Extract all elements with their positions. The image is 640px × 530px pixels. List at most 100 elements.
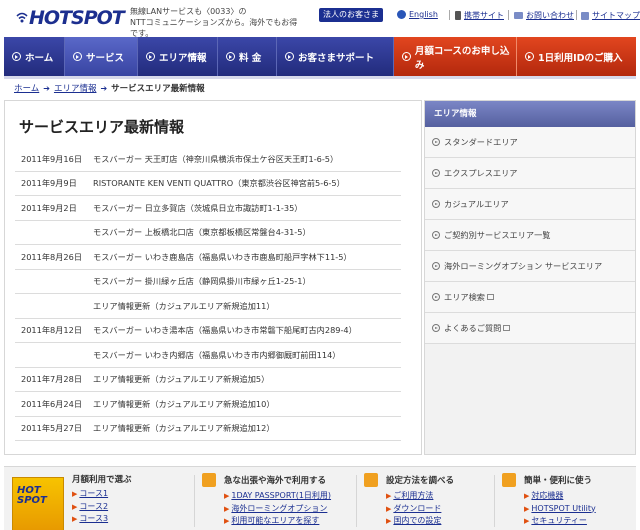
- wifi-icon: [16, 12, 28, 23]
- row-text: RISTORANTE KEN VENTI QUATTRO（東京都渋谷区神宮前5-…: [93, 178, 345, 189]
- circle-arrow-icon: [432, 138, 440, 146]
- card-logo-text: HOT SPOT: [17, 485, 47, 506]
- nav-support[interactable]: お客さまサポート: [277, 37, 394, 76]
- new-window-icon: [503, 325, 511, 331]
- row-text: モスバーガー 日立多賀店（茨城県日立市諏訪町1-1-35）: [93, 202, 303, 213]
- table-row: 2011年7月28日 エリア情報更新（カジュアルエリア新規追加5）: [15, 368, 401, 392]
- divider: [356, 475, 357, 527]
- arrow-icon: ▶: [386, 504, 392, 513]
- footer-col-title: 簡単・便利に使う: [524, 476, 593, 486]
- circle-arrow-icon: [432, 200, 440, 208]
- globe-icon: [397, 10, 406, 19]
- nav-home[interactable]: ホーム: [4, 37, 65, 76]
- table-row: モスバーガー 上板橋北口店（東京都板橋区常盤台4-31-5）: [15, 221, 401, 245]
- divider: [449, 10, 450, 20]
- corporate-customers-button[interactable]: 法人のお客さま: [319, 8, 383, 22]
- footer-link[interactable]: ▶ コース2: [72, 501, 132, 514]
- footer-link[interactable]: ▶ 1DAY PASSPORT(1日利用): [224, 490, 331, 503]
- row-date: 2011年5月27日: [21, 423, 83, 434]
- row-date: 2011年9月2日: [21, 202, 77, 213]
- contact-link[interactable]: お問い合わせ: [514, 10, 574, 21]
- breadcrumb-area-info[interactable]: エリア情報: [54, 82, 97, 94]
- nav-area-info[interactable]: エリア情報: [138, 37, 218, 76]
- sidebar-item-area-search[interactable]: エリア検索: [425, 282, 635, 313]
- table-row: 2011年9月9日 RISTORANTE KEN VENTI QUATTRO（東京…: [15, 172, 401, 196]
- arrow-icon: [12, 52, 21, 61]
- mobile-site-link[interactable]: 携帯サイト: [455, 10, 504, 21]
- hotspot-card-image: HOT SPOT: [12, 477, 64, 530]
- arrow-icon: ▶: [524, 504, 530, 513]
- update-list: 2011年9月16日 モスバーガー 天王町店（神奈川県横浜市保土ケ谷区天王町1-6…: [15, 147, 401, 441]
- footer-link[interactable]: ▶ 海外ローミングオプション: [224, 503, 331, 516]
- footer-link[interactable]: ▶ 国内での設定: [386, 515, 454, 528]
- sitemap-icon: [581, 11, 589, 20]
- arrow-icon: ▶: [386, 517, 392, 525]
- mail-icon: [514, 12, 523, 19]
- arrow-icon: ▶: [386, 492, 392, 500]
- breadcrumb-home[interactable]: ホーム: [14, 82, 39, 94]
- circle-arrow-icon: [432, 169, 440, 177]
- tagline: 無線LANサービスも〈0033〉の NTTコミュニケーションズから。海外でもお得…: [130, 6, 300, 39]
- nav-service[interactable]: サービス: [65, 37, 138, 76]
- sidebar-item-express-area[interactable]: エクスプレスエリア: [425, 158, 635, 189]
- site-header: HOTSPOT 無線LANサービスも〈0033〉の NTTコミュニケーションズか…: [0, 0, 640, 39]
- nav-monthly-signup[interactable]: 月額コースのお申し込み: [394, 37, 517, 76]
- table-row: モスバーガー 掛川緑ヶ丘店（静岡県掛川市緑ヶ丘1-25-1）: [15, 270, 401, 294]
- footer-link[interactable]: ▶ 利用可能なエリアを探す: [224, 515, 331, 528]
- footer-col-convenience: 簡単・便利に使う ▶ 対応機器 ▶ HOTSPOT Utility ▶ セキュリティー: [502, 473, 596, 530]
- footer-link[interactable]: ▶ ダウンロード: [386, 503, 454, 516]
- arrow-icon: ▶: [224, 517, 230, 525]
- row-text: モスバーガー 天王町店（神奈川県横浜市保土ケ谷区天王町1-6-5）: [93, 153, 339, 164]
- divider: [494, 475, 495, 527]
- footer-col-title: 急な出張や海外で利用する: [224, 476, 327, 486]
- sidebar-title: エリア情報: [425, 101, 635, 127]
- tagline-line-1: 無線LANサービスも〈0033〉の: [130, 7, 247, 16]
- row-text: モスバーガー いわき鹿島店（福島県いわき市鹿島町船戸字林下11-5）: [93, 251, 352, 262]
- sitemap-link[interactable]: サイトマップ: [581, 10, 640, 21]
- footer-link[interactable]: ▶ セキュリティー: [524, 515, 596, 528]
- footer-link[interactable]: ▶ 対応機器: [524, 490, 596, 503]
- breadcrumb-current: サービスエリア最新情報: [111, 84, 205, 94]
- circle-arrow-icon: [432, 324, 440, 332]
- table-row: 2011年9月16日 モスバーガー 天王町店（神奈川県横浜市保土ケ谷区天王町1-6…: [15, 147, 401, 172]
- arrow-icon: ▶: [72, 490, 78, 498]
- footer-col-title: 月額利用で選ぶ: [72, 475, 132, 485]
- divider: [576, 10, 577, 20]
- sidebar-item-roaming-area[interactable]: 海外ローミングオプション サービスエリア: [425, 251, 635, 282]
- row-date: 2011年8月26日: [21, 251, 83, 262]
- arrow-icon: [402, 52, 411, 61]
- row-date: 2011年7月28日: [21, 374, 83, 385]
- footer-link[interactable]: ▶ ご利用方法: [386, 490, 454, 503]
- sidebar-item-standard-area[interactable]: スタンダードエリア: [425, 127, 635, 158]
- sidebar-item-faq[interactable]: よくあるご質問: [425, 313, 635, 344]
- row-text: エリア情報更新（カジュアルエリア新規追加10）: [93, 398, 275, 409]
- footer-link[interactable]: ▶ HOTSPOT Utility: [524, 503, 596, 516]
- logo-text: HOTSPOT: [29, 7, 125, 29]
- page-title: サービスエリア最新情報: [19, 118, 185, 136]
- footer-link[interactable]: ▶ コース3: [72, 513, 132, 526]
- english-link[interactable]: English: [397, 10, 438, 19]
- gear-icon: [502, 473, 516, 487]
- nav-pricing[interactable]: 料 金: [218, 37, 277, 76]
- arrow-icon: [146, 52, 155, 61]
- circle-arrow-icon: [432, 293, 440, 301]
- row-text: エリア情報更新（カジュアルエリア新規追加5）: [93, 374, 270, 385]
- arrow-icon: ▶: [72, 502, 78, 511]
- circle-arrow-icon: [432, 231, 440, 239]
- main-content: サービスエリア最新情報 2011年9月16日 モスバーガー 天王町店（神奈川県横浜…: [4, 100, 422, 455]
- sidebar: エリア情報 スタンダードエリア エクスプレスエリア カジュアルエリア ご契約別サ…: [424, 100, 636, 455]
- arrow-right-icon: ➔: [100, 83, 108, 93]
- arrow-icon: [525, 52, 534, 61]
- tagline-line-2: NTTコミュニケーションズから。海外でもお得です。: [130, 18, 298, 38]
- arrow-icon: ▶: [224, 492, 230, 500]
- circle-arrow-icon: [432, 262, 440, 270]
- table-row: モスバーガー いわき内郷店（福島県いわき市内郷御厩町前田114）: [15, 343, 401, 368]
- footer-link[interactable]: ▶ コース1: [72, 488, 132, 501]
- row-date: 2011年9月9日: [21, 178, 77, 189]
- sidebar-item-contract-area-list[interactable]: ご契約別サービスエリア一覧: [425, 220, 635, 251]
- sidebar-item-casual-area[interactable]: カジュアルエリア: [425, 189, 635, 220]
- footer-col-settings: 設定方法を調べる ▶ ご利用方法 ▶ ダウンロード ▶ 国内での設定: [364, 473, 454, 530]
- nav-day-id-purchase[interactable]: 1日利用IDのご購入: [517, 37, 636, 76]
- hotspot-logo[interactable]: HOTSPOT: [16, 7, 125, 29]
- breadcrumb: ホーム ➔ エリア情報 ➔ サービスエリア最新情報: [14, 82, 205, 95]
